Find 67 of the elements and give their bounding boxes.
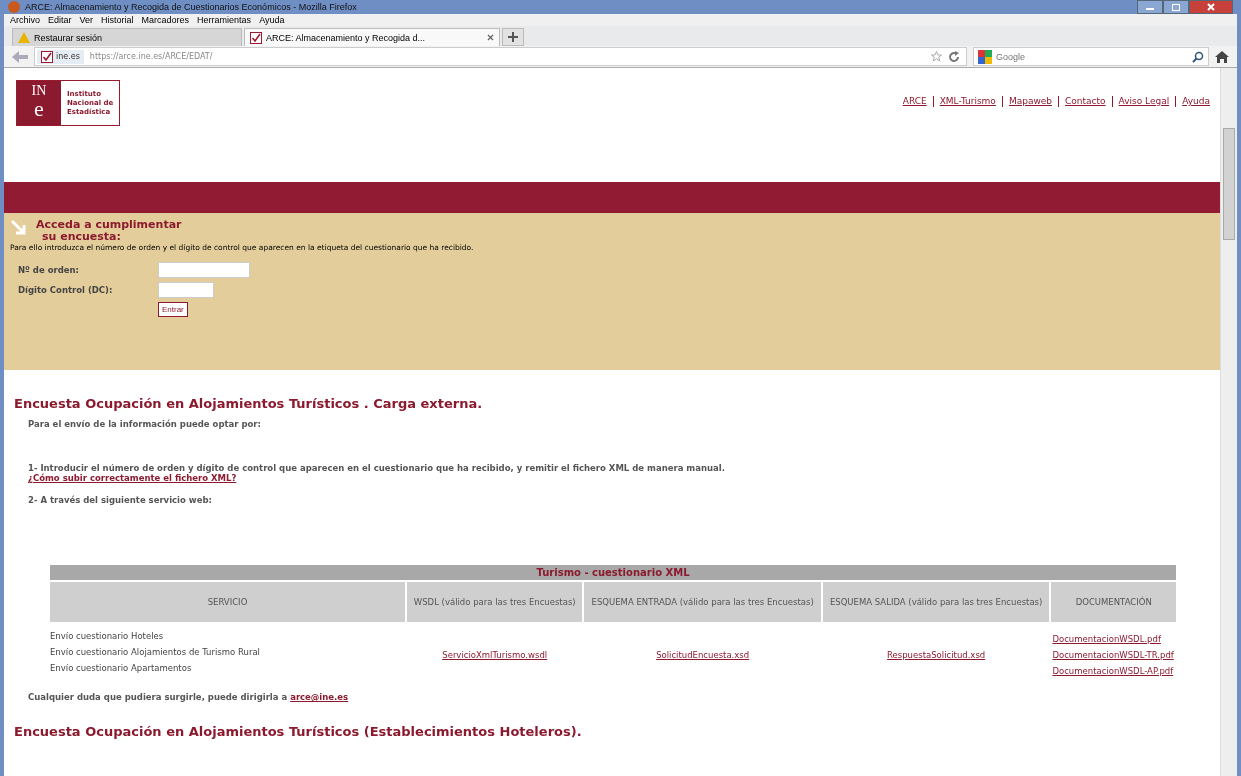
column-header: DOCUMENTACIÓN (1051, 582, 1176, 622)
field-label: Dígito Control (DC): (18, 285, 113, 295)
input-field[interactable] (158, 282, 214, 298)
squares-icon[interactable] (978, 49, 992, 64)
menu-item[interactable]: Historial (101, 15, 134, 25)
file-link[interactable]: DocumentacionWSDL.pdf (1052, 634, 1161, 644)
checkbox-icon (41, 50, 53, 63)
login-heading: Acceda a cumplimentar su encuesta: (36, 219, 182, 243)
column-header: WSDL (válido para las tres Encuestas) (407, 582, 583, 622)
firefox-icon (8, 1, 20, 13)
table-cell-text: Envío cuestionario Alojamientos de Turismo Rural (50, 646, 261, 659)
search-field[interactable]: Google (973, 47, 1209, 66)
nav-link[interactable]: Aviso Legal (1118, 96, 1170, 107)
minimize-button[interactable] (1137, 0, 1163, 14)
maximize-icon (1171, 3, 1181, 11)
table-cell-text: Envío cuestionario Apartamentos (50, 662, 193, 675)
nav-link[interactable]: XML-Turismo (939, 96, 996, 107)
option-text: 1- Introducir el número de orden y dígito de control que aparecen en el cuestionario que ha recibido, y remitir el fichero XML de manera manual. (28, 463, 725, 473)
file-link[interactable]: DocumentacionWSDL-AP.pdf (1052, 666, 1174, 676)
close-icon (1206, 3, 1216, 11)
nav-link[interactable]: Contacto (1065, 96, 1106, 107)
nav-link[interactable]: ARCE (902, 96, 927, 107)
warning-icon (18, 32, 30, 43)
menu-item[interactable]: Editar (48, 15, 72, 25)
help-link[interactable]: ¿Cómo subir correctamente el fichero XML? (28, 473, 237, 483)
search-icon[interactable] (1192, 50, 1204, 63)
close-button[interactable] (1189, 0, 1233, 14)
contact-text: Cualquier duda que pudiera surgirle, puede dirigirla a arce@ine.es (28, 692, 349, 702)
column-header: SERVICIO (50, 582, 405, 622)
browser-tab[interactable]: Restaurar sesión (12, 28, 242, 46)
address-bar[interactable]: ine.es https://arce.ine.es/ARCE/EDAT/ (34, 47, 967, 66)
site-identity[interactable]: ine.es (37, 49, 84, 64)
scrollbar[interactable] (1220, 68, 1237, 776)
menu-item[interactable]: Marcadores (141, 15, 190, 25)
star-icon[interactable] (931, 51, 942, 62)
maximize-button[interactable] (1163, 0, 1189, 14)
menu-item[interactable]: Archivo (10, 15, 40, 25)
nav-link[interactable]: Ayuda (1182, 96, 1210, 107)
reload-icon[interactable] (948, 50, 960, 63)
email-link[interactable]: arce@ine.es (290, 692, 349, 702)
input-field[interactable] (158, 262, 250, 278)
browser-tab[interactable]: ARCE: Almacenamiento y Recogida d... (244, 28, 500, 46)
option-text: 2- A través del siguiente servicio web: (28, 495, 212, 505)
file-link[interactable]: DocumentacionWSDL-TR.pdf (1052, 650, 1174, 660)
checkbox-icon (250, 31, 262, 44)
section-heading: Encuesta Ocupación en Alojamientos Turísticos (Establecimientos Hoteleros). (14, 724, 582, 739)
menu-item[interactable]: Ayuda (259, 15, 285, 25)
intro-text: Para el envío de la información puede optar por: (28, 419, 261, 429)
field-label: Nº de orden: (18, 265, 79, 275)
nav-link[interactable]: Mapaweb (1008, 96, 1052, 107)
file-link[interactable]: ServicioXmlTurismo.wsdl (442, 650, 548, 660)
home-icon[interactable] (1215, 50, 1229, 63)
menu-item[interactable]: Herramientas (197, 15, 252, 25)
submit-button[interactable]: Entrar (158, 302, 188, 317)
column-header: ESQUEMA ENTRADA (válido para las tres Encuestas) (584, 582, 821, 622)
file-link[interactable]: SolicitudEncuesta.xsd (656, 650, 750, 660)
url-text: https://arce.ine.es/ARCE/EDAT/ (89, 52, 213, 61)
window-title: ARCE: Almacenamiento y Recogida de Cuestionarios Económicos - Mozilla Firefox (25, 2, 357, 12)
plus-icon (508, 32, 518, 42)
table-cell-text: Envío cuestionario Hoteles (50, 630, 165, 643)
column-header: ESQUEMA SALIDA (válido para las tres Encuestas) (822, 582, 1050, 622)
file-link[interactable]: RespuestaSolicitud.xsd (887, 650, 986, 660)
new-tab-button[interactable] (502, 28, 524, 46)
menu-item[interactable]: Ver (79, 15, 94, 25)
close-tab-icon[interactable] (487, 34, 494, 41)
section-heading: Encuesta Ocupación en Alojamientos Turísticos . Carga externa. (14, 396, 483, 411)
table-title: Turismo - cuestionario XML (50, 565, 1176, 580)
